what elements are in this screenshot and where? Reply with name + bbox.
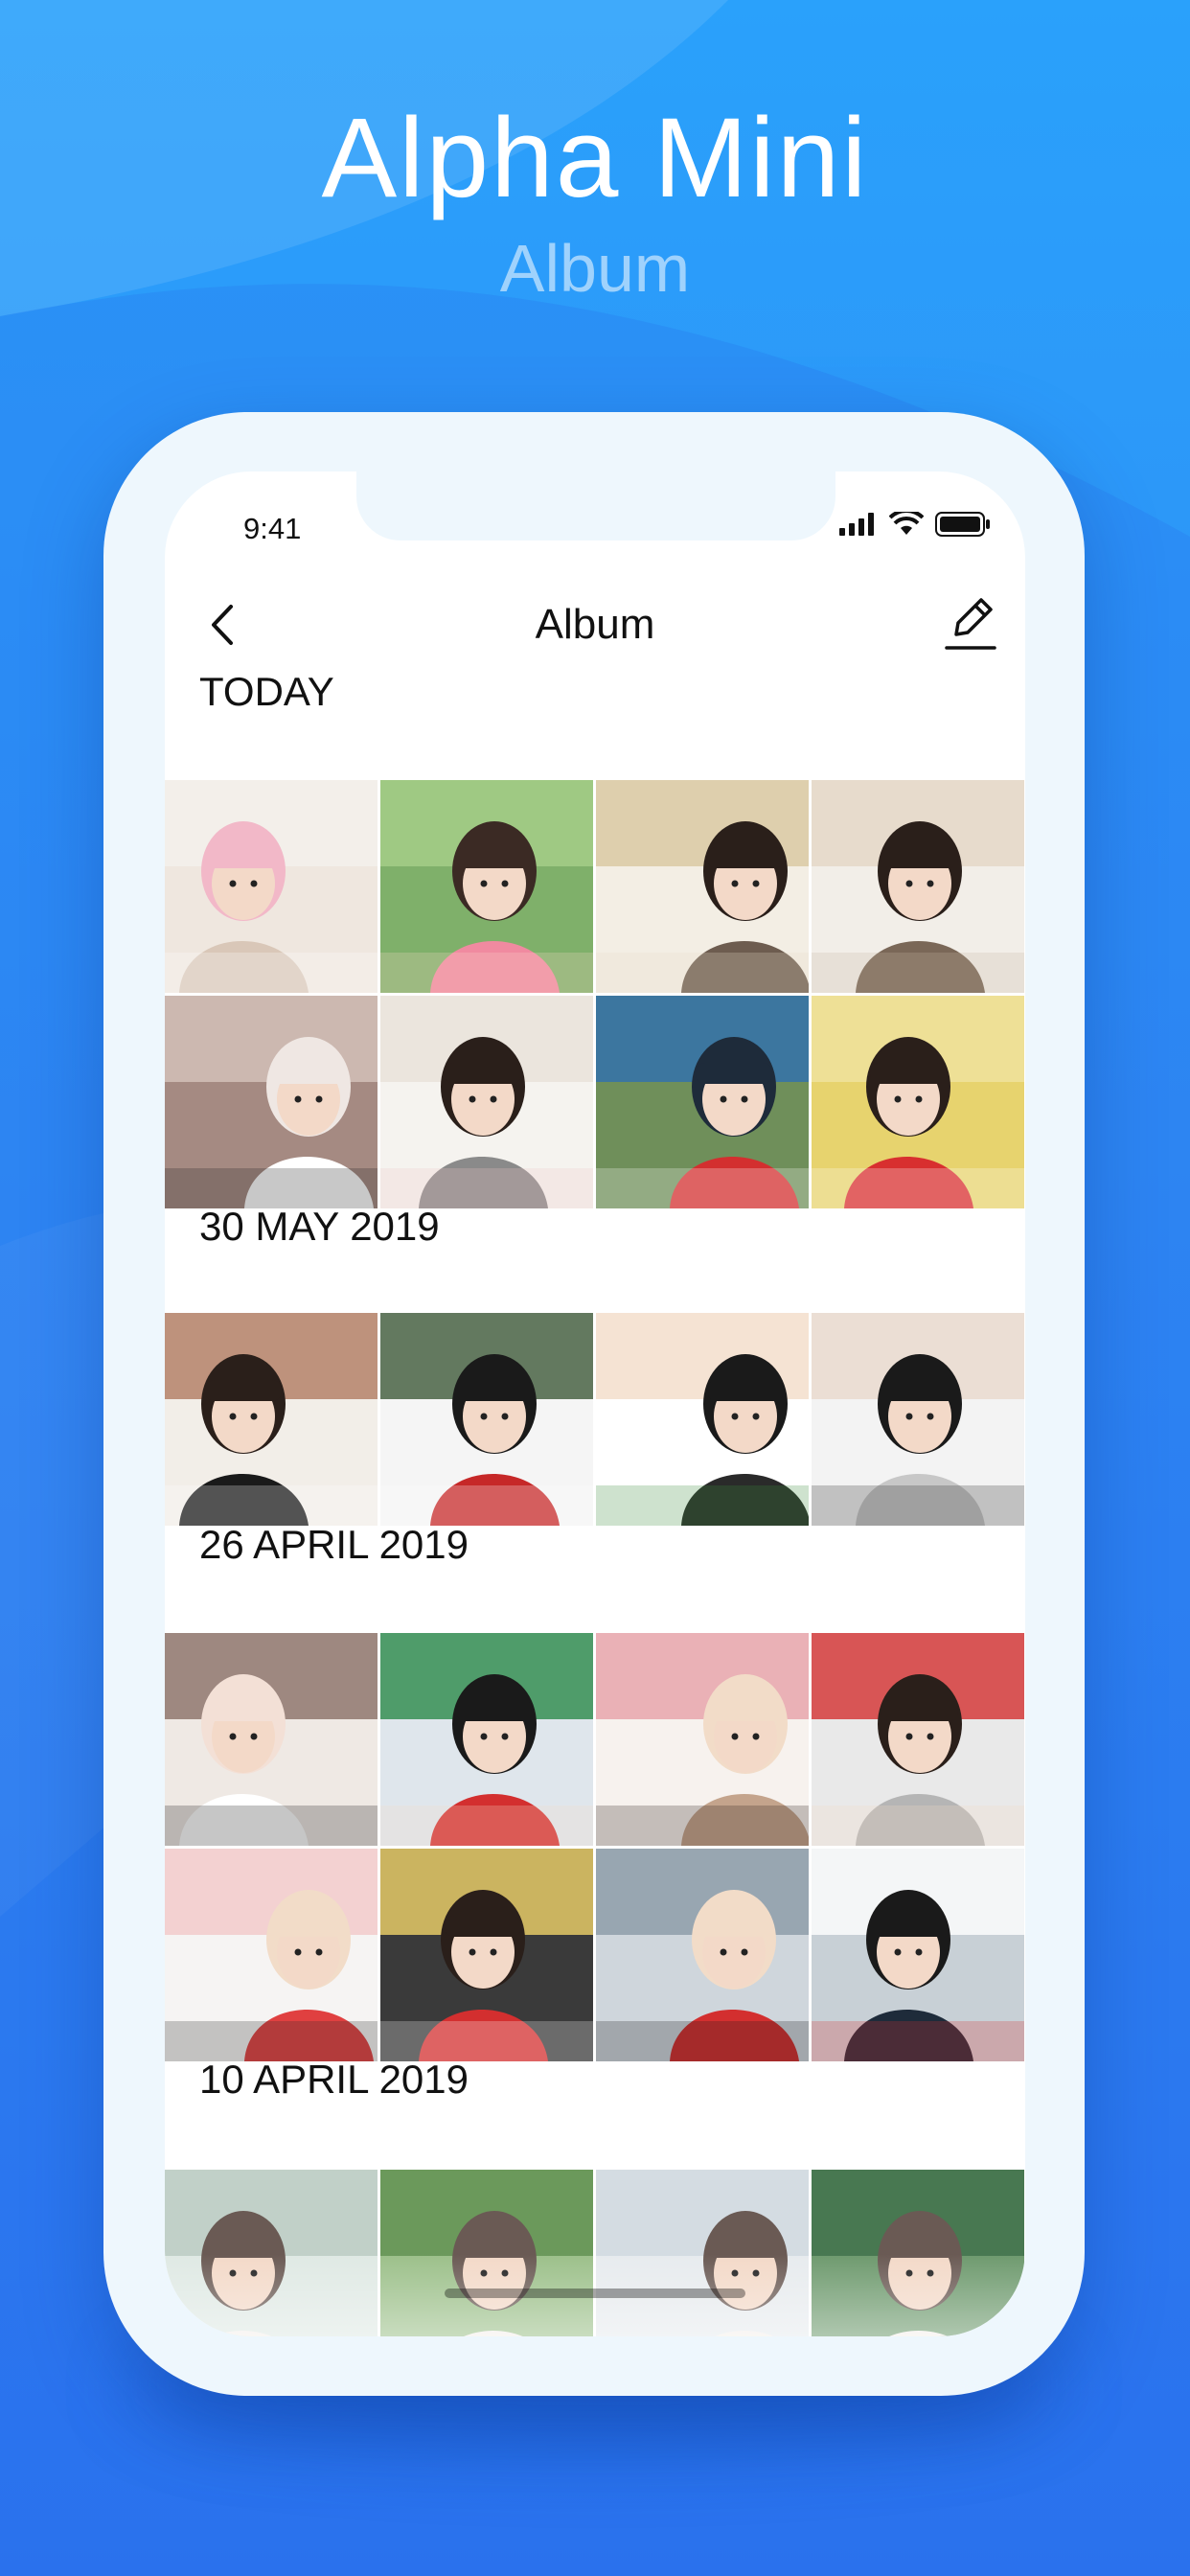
photo-thumbnail[interactable] [380, 1313, 593, 1526]
photo-grid [165, 1633, 1025, 2064]
photo-grid [165, 780, 1025, 1211]
photo-thumbnail[interactable] [596, 780, 809, 993]
photo-thumbnail[interactable] [812, 1849, 1024, 2061]
navigation-bar: Album [165, 577, 1025, 673]
section-title: 26 APRIL 2019 [199, 1522, 469, 1567]
photo-thumbnail[interactable] [165, 780, 378, 993]
photo-thumbnail[interactable] [380, 996, 593, 1208]
page-title: Album [535, 601, 655, 648]
photo-thumbnail[interactable] [812, 996, 1024, 1208]
photo-thumbnail[interactable] [380, 1849, 593, 2061]
edit-button[interactable] [939, 590, 1000, 657]
section-title: 30 MAY 2019 [199, 1204, 440, 1249]
wifi-icon [889, 512, 924, 535]
photo-thumbnail[interactable] [165, 1313, 378, 1526]
photo-thumbnail[interactable] [812, 1633, 1024, 1846]
status-time: 9:41 [243, 512, 302, 545]
home-indicator[interactable] [445, 2288, 745, 2298]
signal-icon [839, 513, 874, 536]
promo-subtitle: Album [499, 231, 691, 306]
pencil-icon [945, 598, 996, 650]
battery-icon [935, 512, 990, 537]
photo-thumbnail[interactable] [165, 1633, 378, 1846]
photo-thumbnail[interactable] [380, 780, 593, 993]
photo-thumbnail[interactable] [812, 780, 1024, 993]
photo-thumbnail[interactable] [596, 1849, 809, 2061]
section-title: 10 APRIL 2019 [199, 2057, 469, 2102]
section-title: TODAY [199, 669, 334, 714]
promo-title: Alpha Mini [321, 95, 869, 221]
photo-thumbnail[interactable] [165, 1849, 378, 2061]
status-icons [839, 512, 991, 537]
photo-grid [165, 1313, 1025, 1529]
phone-screen: 9:41 Album TODAY 30 MAY 2019 26 APRIL 20… [165, 472, 1025, 2336]
photo-thumbnail[interactable] [596, 996, 809, 1208]
phone-frame: 9:41 Album TODAY 30 MAY 2019 26 APRIL 20… [103, 412, 1085, 2396]
photo-thumbnail[interactable] [812, 1313, 1024, 1526]
photo-thumbnail[interactable] [165, 996, 378, 1208]
phone-notch [356, 472, 835, 540]
photo-thumbnail[interactable] [596, 1313, 809, 1526]
photo-thumbnail[interactable] [596, 1633, 809, 1846]
photo-thumbnail[interactable] [380, 1633, 593, 1846]
